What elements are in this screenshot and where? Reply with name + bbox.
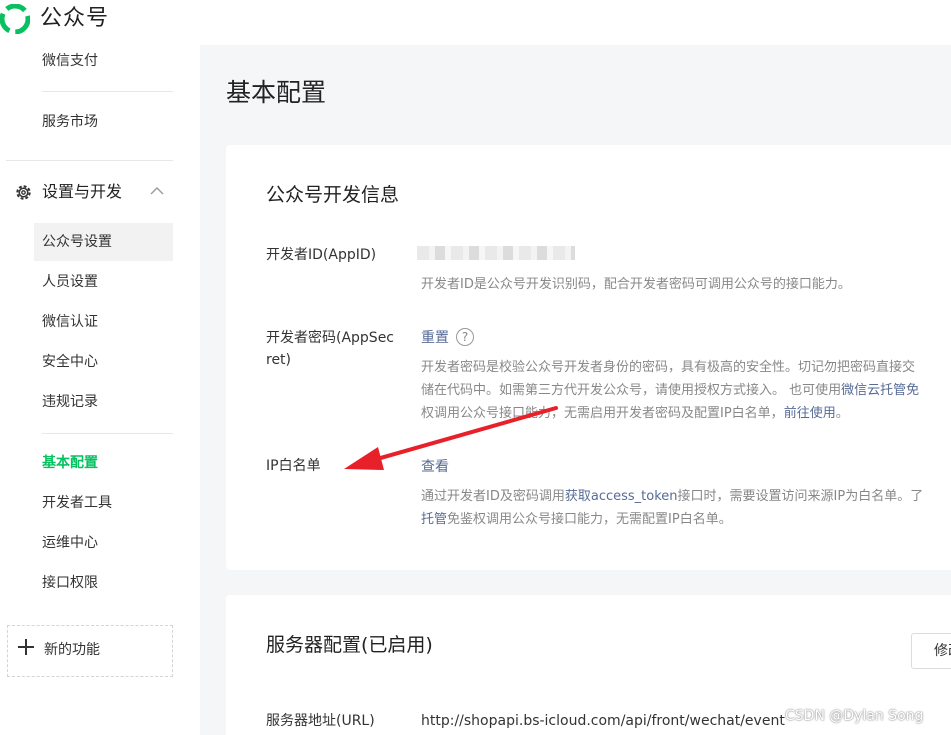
sidebar-item-label: 安全中心 bbox=[42, 354, 98, 370]
server-url-label: 服务器地址(URL) bbox=[266, 713, 375, 729]
sidebar-item-wechat-verification[interactable]: 微信认证 bbox=[34, 303, 173, 341]
sidebar-item-ops-center[interactable]: 运维中心 bbox=[34, 524, 173, 562]
modify-button[interactable]: 修改 bbox=[911, 633, 951, 669]
sidebar-item-staff-settings[interactable]: 人员设置 bbox=[34, 263, 173, 301]
top-bar: 公众号 bbox=[0, 0, 951, 45]
appid-label: 开发者ID(AppID) bbox=[266, 247, 377, 263]
appid-value-masked bbox=[417, 246, 575, 260]
appsecret-desc-line3: 权调用公众号接口能力，无需启用开发者密码及配置IP白名单，前往使用。 bbox=[421, 403, 849, 425]
sidebar-item-service-market[interactable]: 服务市场 bbox=[42, 112, 98, 132]
desc-text: 接口时，需要设置访问来源IP为白名单。了 bbox=[677, 489, 924, 504]
new-feature-label: 新的功能 bbox=[44, 642, 100, 658]
sidebar-item-security-center[interactable]: 安全中心 bbox=[34, 343, 173, 381]
appsecret-desc-line1: 开发者密码是校验公众号开发者身份的密码，具有极高的安全性。切记勿把密码直接交 bbox=[421, 360, 916, 375]
sidebar-divider bbox=[42, 91, 173, 92]
ip-whitelist-desc-line2: 托管免鉴权调用公众号接口能力，无需配置IP白名单。 bbox=[421, 509, 732, 531]
sidebar-group-settings-dev[interactable]: 设置与开发 bbox=[14, 180, 174, 204]
dev-info-title: 公众号开发信息 bbox=[266, 184, 400, 206]
watermark: CSDN @Dylan Song bbox=[785, 708, 924, 724]
new-feature-button[interactable]: 新的功能 bbox=[7, 625, 173, 677]
dev-info-card: 公众号开发信息 开发者ID(AppID) 开发者ID是公众号开发识别码，配合开发… bbox=[226, 145, 951, 570]
desc-text: 储在代码中。如需第三方代开发公众号，请使用授权方式接入。 也可使用 bbox=[421, 383, 842, 398]
sidebar: 微信支付 服务市场 设置与开发 公众号设置 人员设置 微信认证 安全中心 违规记… bbox=[0, 45, 200, 735]
sidebar-item-label: 公众号设置 bbox=[42, 234, 112, 250]
wechat-official-account-logo[interactable] bbox=[0, 4, 30, 34]
sidebar-item-account-settings[interactable]: 公众号设置 bbox=[34, 223, 173, 261]
server-config-title: 服务器配置(已启用) bbox=[266, 634, 433, 656]
desc-text: 免鉴权调用公众号接口能力，无需配置IP白名单。 bbox=[447, 512, 732, 527]
view-ip-whitelist-link[interactable]: 查看 bbox=[421, 456, 449, 478]
desc-text: 。 bbox=[835, 406, 849, 421]
appsecret-label-line2: ret) bbox=[266, 352, 292, 368]
chevron-up-icon[interactable] bbox=[150, 186, 164, 196]
get-access-token-link[interactable]: 获取access_token bbox=[565, 489, 678, 504]
sidebar-item-developer-tools[interactable]: 开发者工具 bbox=[34, 484, 173, 522]
plus-icon bbox=[18, 639, 34, 655]
appsecret-label-line1: 开发者密码(AppSec bbox=[266, 330, 395, 346]
sidebar-item-label: 违规记录 bbox=[42, 394, 98, 410]
sidebar-item-violation-records[interactable]: 违规记录 bbox=[34, 383, 173, 421]
brand-name[interactable]: 公众号 bbox=[40, 4, 109, 34]
gear-icon bbox=[16, 185, 31, 200]
sidebar-item-label: 开发者工具 bbox=[42, 495, 112, 511]
sidebar-item-label: 运维中心 bbox=[42, 535, 98, 551]
desc-text: 通过开发者ID及密码调用 bbox=[421, 489, 565, 504]
sidebar-item-label: 基本配置 bbox=[42, 455, 98, 471]
sidebar-item-wechat-pay[interactable]: 微信支付 bbox=[42, 51, 98, 71]
wechat-cloud-hosting-link[interactable]: 微信云托管免 bbox=[841, 383, 919, 398]
appid-description: 开发者ID是公众号开发识别码，配合开发者密码可调用公众号的接口能力。 bbox=[421, 277, 851, 292]
help-icon[interactable]: ? bbox=[456, 328, 474, 346]
sidebar-group-label: 设置与开发 bbox=[42, 182, 123, 201]
appsecret-desc-line2: 储在代码中。如需第三方代开发公众号，请使用授权方式接入。 也可使用微信云托管免 bbox=[421, 380, 919, 402]
page-title: 基本配置 bbox=[226, 78, 327, 107]
sidebar-item-label: 接口权限 bbox=[42, 575, 98, 591]
server-url-value: http://shopapi.bs-icloud.com/api/front/w… bbox=[421, 713, 785, 729]
sidebar-item-api-permissions[interactable]: 接口权限 bbox=[34, 564, 173, 602]
sidebar-divider bbox=[6, 160, 173, 161]
sidebar-item-label: 微信认证 bbox=[42, 314, 98, 330]
sidebar-item-label: 人员设置 bbox=[42, 274, 98, 290]
sidebar-item-basic-config[interactable]: 基本配置 bbox=[34, 444, 173, 482]
sidebar-divider bbox=[42, 433, 173, 434]
ip-whitelist-desc-line1: 通过开发者ID及密码调用获取access_token接口时，需要设置访问来源IP… bbox=[421, 486, 923, 508]
ip-whitelist-label: IP白名单 bbox=[266, 458, 321, 474]
desc-text: 权调用公众号接口能力，无需启用开发者密码及配置IP白名单， bbox=[421, 406, 784, 421]
go-use-link[interactable]: 前往使用 bbox=[784, 406, 836, 421]
cloud-hosting-link[interactable]: 托管 bbox=[421, 512, 447, 527]
reset-secret-link[interactable]: 重置 bbox=[421, 327, 449, 349]
